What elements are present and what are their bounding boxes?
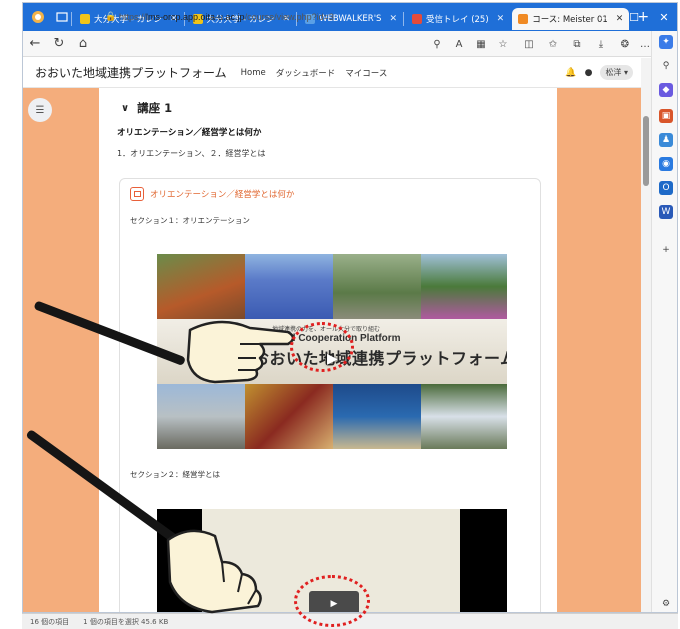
page-margin-right (557, 88, 641, 612)
statue-photo (333, 254, 421, 319)
maximize-icon[interactable]: ☐ (619, 3, 649, 31)
tab-actions-icon[interactable] (53, 8, 71, 26)
activity-header[interactable]: オリエンテーション／経営学とは何か (130, 187, 294, 201)
section-title: オリエンテーション／経営学とは何か (117, 128, 262, 138)
pointing-hand-icon (186, 320, 295, 384)
header-user-area: 🔔 ● 松洋 ▾ (565, 65, 633, 80)
add-app-icon[interactable]: + (659, 243, 673, 257)
zoom-icon[interactable]: ⚲ (427, 33, 447, 55)
home-icon[interactable]: ⌂ (71, 32, 95, 56)
settings-gear-icon[interactable]: ⚙ (659, 597, 673, 611)
read-aloud-icon[interactable]: A (449, 33, 469, 55)
minimize-icon[interactable]: — (589, 3, 619, 31)
tab-divider (71, 12, 72, 26)
extensions-icon[interactable]: ❂ (615, 33, 635, 55)
url-host: lms-orcp.app.oita-u.ac.jp (146, 11, 245, 22)
user-menu[interactable]: 松洋 ▾ (600, 65, 633, 80)
course-index-toggle[interactable]: ☰ (28, 98, 52, 122)
site-header: おおいた地域連携プラットフォーム Home ダッシュボード マイコース 🔔 ● … (23, 58, 641, 88)
shopping-icon[interactable]: ▣ (659, 109, 673, 123)
nav-dashboard[interactable]: ダッシュボード (276, 67, 336, 79)
waterfall-photo (421, 384, 507, 449)
section2-label: セクション２：経営学とは (130, 470, 220, 479)
pointing-hand-icon (166, 529, 262, 614)
hills-photo (421, 254, 507, 319)
refresh-icon[interactable]: ↻ (47, 32, 71, 56)
url-field[interactable]: 🔒 https:// lms-orcp.app.oita-u.ac.jp /co… (105, 8, 485, 25)
nav-my-courses[interactable]: マイコース (345, 67, 387, 79)
word-icon[interactable]: W (659, 205, 673, 219)
section1-label: セクション１：オリエンテーション (130, 216, 250, 225)
list-icon: ☰ (35, 104, 45, 116)
mountain-photo (157, 384, 245, 449)
chevron-down-icon[interactable]: ∨ (121, 103, 129, 114)
lock-icon: 🔒 (105, 11, 117, 21)
collections-icon[interactable]: ⧉ (567, 33, 587, 55)
browser-window: 大分大学 - カレン ✕ 大分大学 - カレン ✕ WEBWALKER'S ✕ … (22, 2, 678, 613)
message-icon[interactable]: ● (585, 68, 593, 78)
search-icon[interactable]: ⚲ (659, 59, 673, 73)
video-activity-icon (130, 187, 144, 201)
outlook-icon[interactable]: O (659, 181, 673, 195)
scrollbar-thumb[interactable] (643, 116, 649, 186)
notification-bell-icon[interactable]: 🔔 (565, 68, 576, 78)
tag-icon[interactable]: ◆ (659, 83, 673, 97)
favorite-star-icon[interactable]: ☆ (493, 33, 513, 55)
page-margin-left (23, 88, 99, 612)
nav-home[interactable]: Home (241, 68, 266, 78)
island-photo (333, 384, 421, 449)
people-icon[interactable]: ♟ (659, 133, 673, 147)
mask-photo (245, 384, 333, 449)
status-item-count: 16 個の項目 (30, 617, 70, 626)
activity-title[interactable]: オリエンテーション／経営学とは何か (150, 188, 294, 200)
circle-app-icon[interactable]: ◉ (659, 157, 673, 171)
status-selection: 1 個の項目を選択 45.6 KB (83, 617, 169, 626)
page-scrollbar[interactable] (641, 58, 651, 612)
downloads-icon[interactable]: ⤓ (591, 33, 611, 55)
highlight-ring (294, 575, 370, 627)
highlight-ring (290, 322, 354, 372)
section-description: 1．オリエンテーション、２．経営学とは (117, 149, 266, 158)
copilot-icon[interactable]: ✦ (659, 35, 673, 49)
favorites-icon[interactable]: ✩ (543, 33, 563, 55)
split-screen-icon[interactable]: ◫ (519, 33, 539, 55)
url-scheme: https:// (119, 11, 147, 22)
section-heading-text: 講座 1 (137, 101, 173, 115)
close-window-icon[interactable]: ✕ (649, 3, 677, 31)
tab-favicon-icon (80, 14, 90, 24)
section-heading[interactable]: ∨ 講座 1 (121, 100, 172, 116)
profile-icon[interactable] (29, 8, 47, 26)
url-path: /course/view.php?id=3 (244, 11, 334, 22)
user-name: 松洋 (605, 68, 622, 77)
back-arrow-icon[interactable]: ← (23, 32, 47, 56)
site-title[interactable]: おおいた地域連携プラットフォーム (35, 64, 227, 81)
tab-favicon-icon (518, 14, 529, 24)
app-icon[interactable]: ▦ (471, 33, 491, 55)
close-tab-icon[interactable]: ✕ (497, 14, 505, 24)
edge-sidebar: ✦ ⚲ ◆ ▣ ♟ ◉ O W + ⚙ (651, 31, 677, 612)
